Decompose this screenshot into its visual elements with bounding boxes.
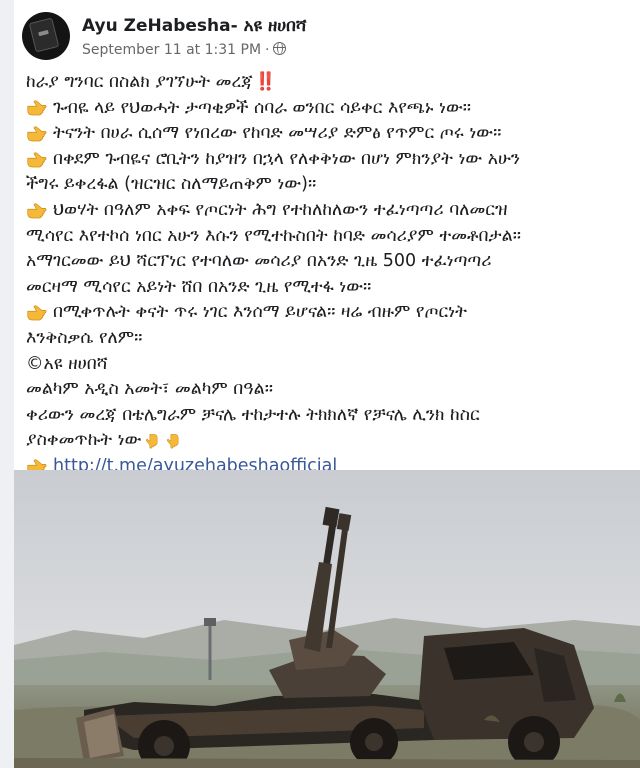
avatar-logo-icon	[28, 17, 60, 53]
photo-icon	[14, 470, 640, 768]
post-line: ቀሪውን መረጃ በቴሌግራም ቻናሌ ተከታተሉ ትክክለኛ የቻናሌ ሊንክ…	[26, 403, 634, 429]
post-line-text: በሚቀጥሉት ቀናት ጥሩ ነገር እንሰማ ይሆናል፡፡ ዛሬ ብዙም የጦር…	[53, 302, 467, 323]
post-line: ጉብዬ ላይ የህወሓት ታጣቂዎች ሰባራ ወንበር ሳይቀር እየጫኑ ነው…	[26, 96, 634, 122]
post-text: ከራያ ግንባር በስልክ ያገኘሁት መረጃ ‼️ ጉብዬ ላይ የህወሓት ታጣ…	[26, 70, 634, 480]
post-line: ከራያ ግንባር በስልክ ያገኘሁት መረጃ ‼️	[26, 70, 634, 96]
post-line-text: ያስቀመጥኩት ነው	[26, 430, 142, 451]
post-line-text: ከራያ ግንባር በስልክ ያገኘሁት መረጃ	[26, 72, 253, 92]
post-line: ትናንት በሀራ ሲሰማ የነበረው የከባድ መሣሪያ ድምፅ የጥምር ጦሩ…	[26, 121, 634, 147]
post-line: በቀደም ጉብዬና ሮቢትን ከያዝን በኋላ የለቀቅነው በሆነ ምክንያት…	[26, 147, 634, 173]
globe-icon[interactable]	[273, 42, 287, 55]
post-line-text: በቀደም ጉብዬና ሮቢትን ከያዝን በኋላ የለቀቅነው በሆነ ምክንያት…	[53, 148, 521, 169]
post-line-text: አማገርመው ይህ ሻርፕነር የተባለው መሳሪያ በአንድ ጊዜ 500 ተ…	[26, 251, 492, 272]
post-line: መልካም አዲስ አመት፣ መልካም በዓል፡፡	[26, 377, 634, 403]
post-card: Ayu ZeHabesha- አዩ ዘሀበሻ September 11 at 1…	[14, 0, 640, 768]
post-line-text: ሚሳየር እየተኮሰ ነበር አሁን እሱን የሚተኩስበት ከባድ መሳሪያም…	[26, 225, 522, 246]
pointing-hand-icon	[26, 202, 47, 220]
post-line-text: ትናንት በሀራ ሲሰማ የነበረው የከባድ መሣሪያ ድምፅ የጥምር ጦሩ…	[53, 123, 502, 144]
avatar[interactable]	[22, 12, 70, 60]
post-line: ያስቀመጥኩት ነው	[26, 428, 634, 454]
post-line-text: መርዛማ ሚሳየር አይነት ሸበ በአንድ ጊዜ የሚተፋ ነው፡፡	[26, 276, 372, 297]
pointing-hand-icon	[26, 151, 47, 169]
post-line: መርዛማ ሚሳየር አይነት ሸበ በአንድ ጊዜ የሚተፋ ነው፡፡	[26, 275, 634, 301]
pointing-hand-icon	[26, 304, 47, 322]
post-line-text: ችግሩ ይቀረፋል (ዝርዝር ስለማይጠቅም ነው)፡፡	[26, 174, 317, 195]
post-line-text: ህወሃት በዓለም አቀፍ የጦርነት ሕግ የተከለከለውን ተፈነጣጣሪ ባ…	[53, 199, 508, 220]
post-line-text: እንቅስቃሴ የለም፡፡	[26, 327, 143, 348]
pointing-hand-icon	[26, 125, 47, 143]
meta-separator: ·	[265, 42, 270, 58]
post-line-text: ጉብዬ ላይ የህወሓት ታጣቂዎች ሰባራ ወንበር ሳይቀር እየጫኑ ነው…	[53, 97, 472, 118]
post-line: ©አዩ ዘሀበሻ	[26, 352, 634, 378]
post-line: ህወሃት በዓለም አቀፍ የጦርነት ሕግ የተከለከለውን ተፈነጣጣሪ ባ…	[26, 198, 634, 224]
post-photo[interactable]	[14, 470, 640, 768]
post-line: ችግሩ ይቀረፋል (ዝርዝር ስለማይጠቅም ነው)፡፡	[26, 172, 634, 198]
post-line-text: ቀሪውን መረጃ በቴሌግራም ቻናሌ ተከታተሉ ትክክለኛ የቻናሌ ሊንክ…	[26, 404, 480, 425]
pointing-down-icon	[143, 433, 162, 449]
post-line: ሚሳየር እየተኮሰ ነበር አሁን እሱን የሚተኩስበት ከባድ መሳሪያም…	[26, 224, 634, 250]
pointing-hand-icon	[26, 99, 47, 117]
author-name[interactable]: Ayu ZeHabesha- አዩ ዘሀበሻ	[82, 16, 306, 36]
post-line: እንቅስቃሴ የለም፡፡	[26, 326, 634, 352]
post-line: በሚቀጥሉት ቀናት ጥሩ ነገር እንሰማ ይሆናል፡፡ ዛሬ ብዙም የጦር…	[26, 300, 634, 326]
pointing-down-icon	[164, 433, 183, 449]
post-line-text: ©አዩ ዘሀበሻ	[26, 353, 108, 374]
post-line: አማገርመው ይህ ሻርፕነር የተባለው መሳሪያ በአንድ ጊዜ 500 ተ…	[26, 249, 634, 275]
post-line-text: መልካም አዲስ አመት፣ መልካም በዓል፡፡	[26, 379, 273, 400]
post-timestamp[interactable]: September 11 at 1:31 PM	[82, 42, 261, 58]
double-exclamation-icon: ‼️	[254, 72, 277, 92]
post-meta: September 11 at 1:31 PM ·	[82, 42, 287, 58]
post-header: Ayu ZeHabesha- አዩ ዘሀበሻ September 11 at 1…	[14, 6, 640, 62]
